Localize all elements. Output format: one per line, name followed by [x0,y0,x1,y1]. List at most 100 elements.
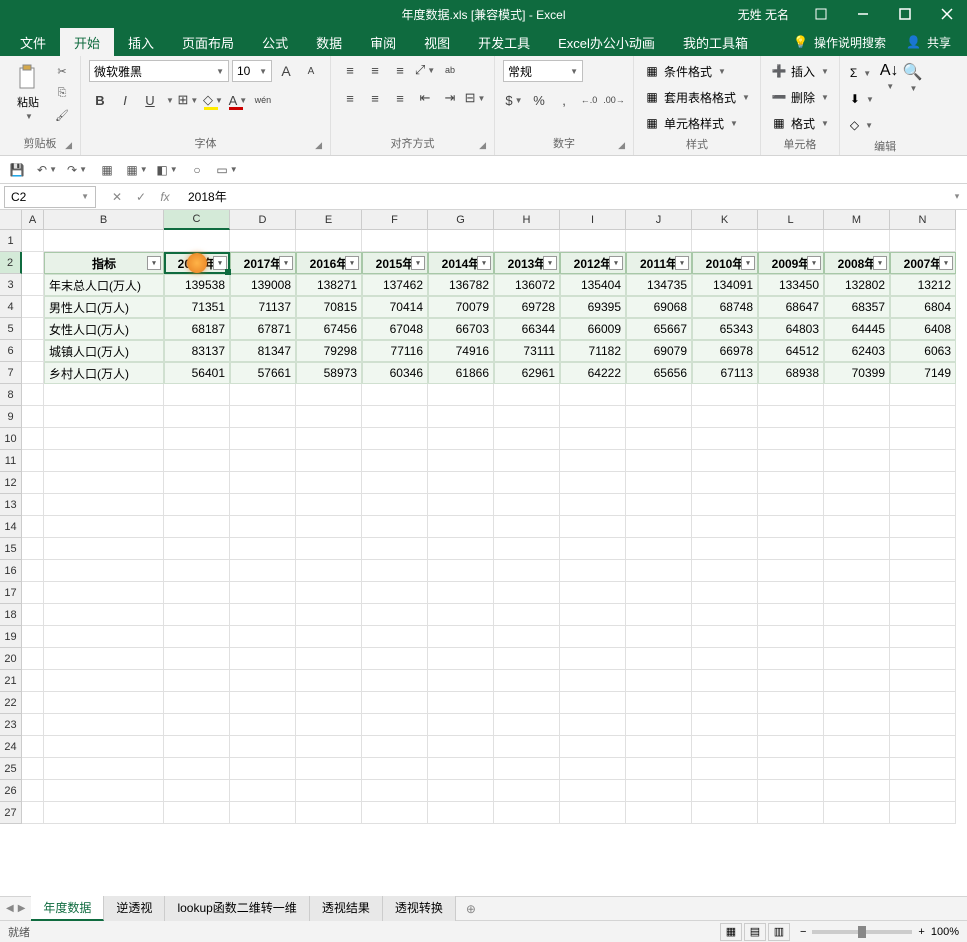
fill-button[interactable]: ⬇▼ [848,88,876,110]
cell[interactable]: 64222 [560,362,626,384]
cell[interactable]: 74916 [428,340,494,362]
format-painter-button[interactable]: 🖌 [52,106,72,124]
cell[interactable] [626,802,692,824]
cell[interactable] [44,450,164,472]
find-select-button[interactable]: 🔍▼ [903,62,923,93]
row-header-27[interactable]: 27 [0,802,22,824]
cell[interactable] [44,626,164,648]
cell[interactable] [890,516,956,538]
cell[interactable] [296,692,362,714]
cell[interactable] [758,406,824,428]
row-header-10[interactable]: 10 [0,428,22,450]
cell[interactable]: 70414 [362,296,428,318]
row-header-6[interactable]: 6 [0,340,22,362]
cell[interactable] [428,450,494,472]
cell[interactable]: 138271 [296,274,362,296]
cell[interactable] [428,758,494,780]
cell[interactable] [824,758,890,780]
cell[interactable] [44,560,164,582]
cell[interactable] [362,428,428,450]
cell[interactable] [824,780,890,802]
cell[interactable] [494,714,560,736]
cell[interactable] [362,714,428,736]
cell[interactable] [824,516,890,538]
cell[interactable] [164,670,230,692]
cell[interactable] [692,560,758,582]
cell[interactable] [560,780,626,802]
cell[interactable]: 137462 [362,274,428,296]
cell[interactable] [560,494,626,516]
cell[interactable] [890,560,956,582]
row-header-26[interactable]: 26 [0,780,22,802]
cell[interactable] [22,714,44,736]
cell[interactable] [44,406,164,428]
cell[interactable] [230,450,296,472]
cell[interactable] [494,692,560,714]
cell[interactable] [758,582,824,604]
cell[interactable] [692,406,758,428]
conditional-format-button[interactable]: ▦条件格式▼ [642,60,728,82]
sheet-tab-3[interactable]: 透视结果 [310,896,383,921]
cell[interactable] [692,516,758,538]
cell[interactable] [692,736,758,758]
cell[interactable]: 女性人口(万人) [44,318,164,340]
cell[interactable]: 83137 [164,340,230,362]
cell[interactable]: 133450 [758,274,824,296]
cell[interactable] [824,692,890,714]
cell[interactable] [824,714,890,736]
cell[interactable] [296,560,362,582]
tab-3[interactable]: 页面布局 [168,27,248,58]
cell[interactable] [758,692,824,714]
name-box[interactable]: C2▼ [4,186,96,208]
cell[interactable] [890,428,956,450]
cell[interactable]: 64803 [758,318,824,340]
cell[interactable] [824,626,890,648]
cell[interactable] [626,758,692,780]
cell[interactable] [230,648,296,670]
cell[interactable] [428,516,494,538]
row-header-25[interactable]: 25 [0,758,22,780]
col-header-F[interactable]: F [362,210,428,230]
cell[interactable]: 81347 [230,340,296,362]
cell[interactable] [890,406,956,428]
add-sheet-button[interactable]: ⊕ [456,902,486,916]
cell[interactable] [494,450,560,472]
cell[interactable] [494,670,560,692]
cell[interactable] [164,714,230,736]
insert-function-button[interactable]: fx [154,186,176,208]
tab-1[interactable]: 开始 [60,27,114,58]
cancel-formula-button[interactable]: ✕ [106,186,128,208]
cell[interactable] [296,538,362,560]
cell[interactable] [890,230,956,252]
cell[interactable] [626,538,692,560]
qat-btn-5[interactable]: ▭▼ [216,159,238,181]
col-header-M[interactable]: M [824,210,890,230]
cell[interactable] [428,494,494,516]
tab-4[interactable]: 公式 [248,27,302,58]
cell[interactable] [296,384,362,406]
cell[interactable] [296,736,362,758]
cell[interactable]: 77116 [362,340,428,362]
cell[interactable] [890,780,956,802]
cell[interactable] [692,582,758,604]
cell[interactable] [626,626,692,648]
cell[interactable] [890,494,956,516]
delete-cells-button[interactable]: ➖删除▼ [769,86,831,108]
orientation-button[interactable]: ⤢▼ [414,60,436,80]
sort-filter-button[interactable]: A↓▼ [880,62,899,91]
cell[interactable] [494,428,560,450]
row-header-21[interactable]: 21 [0,670,22,692]
cell[interactable] [560,582,626,604]
cell[interactable] [890,692,956,714]
cell[interactable] [560,736,626,758]
row-header-19[interactable]: 19 [0,626,22,648]
cell[interactable]: 69395 [560,296,626,318]
cell[interactable] [560,670,626,692]
cell[interactable] [890,450,956,472]
cell[interactable] [626,450,692,472]
cell[interactable] [428,428,494,450]
filter-icon[interactable]: ▾ [609,256,623,270]
cell[interactable] [824,736,890,758]
cell[interactable] [164,494,230,516]
cell[interactable] [362,560,428,582]
